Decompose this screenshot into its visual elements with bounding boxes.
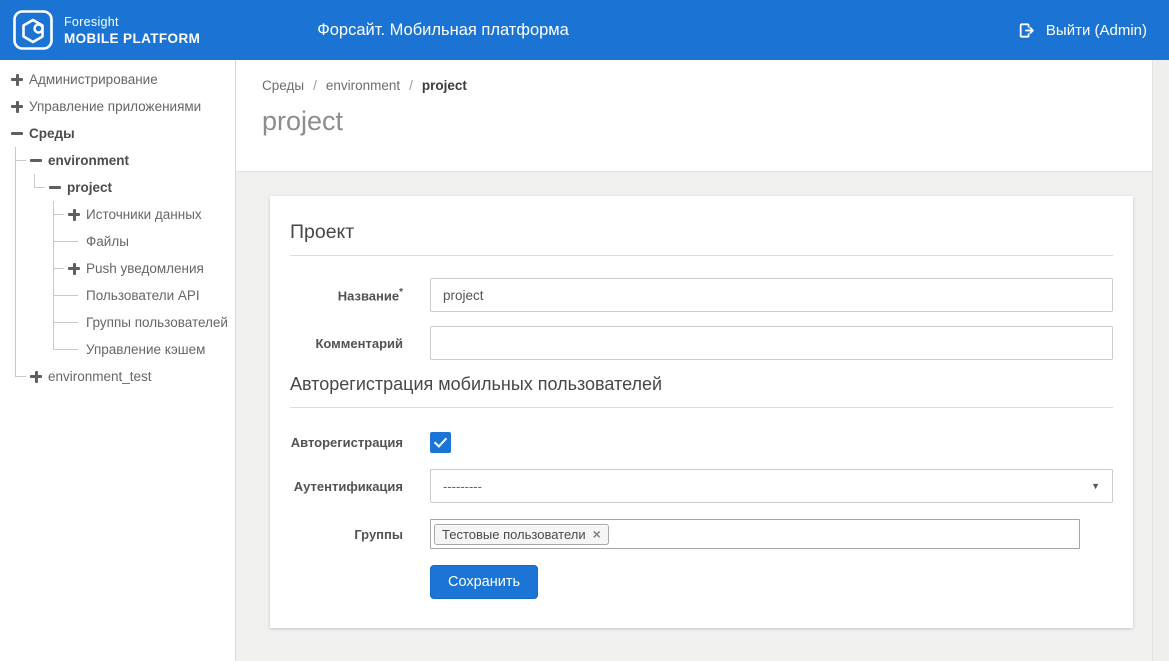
brand-name: Foresight — [64, 14, 200, 30]
page-header-band: Среды / environment / project project — [236, 60, 1169, 172]
tree-item-label: Администрирование — [29, 72, 158, 87]
tree-minus-toggle-icon[interactable] — [11, 128, 23, 140]
breadcrumb-item: project — [422, 78, 467, 93]
breadcrumb-separator: / — [409, 78, 413, 93]
save-button[interactable]: Сохранить — [430, 565, 538, 599]
tree-minus-toggle-icon[interactable] — [49, 182, 61, 194]
comment-input[interactable] — [430, 326, 1113, 360]
group-tag-label: Тестовые пользователи — [442, 527, 586, 542]
main-layout: Администрирование Управление приложениями… — [0, 60, 1169, 661]
tree-plus-toggle-icon[interactable] — [68, 263, 80, 275]
tree-item[interactable]: Среды — [11, 120, 231, 147]
project-card: Проект Название* Комментарий Авторегистр… — [270, 196, 1133, 628]
tree-item-label: Источники данных — [86, 207, 202, 222]
tree-item[interactable]: environment — [30, 147, 231, 174]
tree-plus-toggle-icon[interactable] — [68, 209, 80, 221]
tree-item-label: Группы пользователей — [86, 315, 228, 330]
tree-item[interactable]: Файлы — [68, 228, 231, 255]
foresight-logo-icon — [13, 10, 53, 50]
tree-item[interactable]: Группы пользователей — [68, 309, 231, 336]
comment-label: Комментарий — [290, 336, 430, 351]
name-input[interactable] — [430, 278, 1113, 312]
name-label: Название* — [290, 287, 430, 303]
authentication-select[interactable]: --------- ▼ — [430, 469, 1113, 503]
autoregistration-label: Авторегистрация — [290, 435, 430, 450]
content-area: Среды / environment / project project Проект… — [236, 60, 1169, 661]
tree-item[interactable]: project — [49, 174, 231, 201]
groups-row: Группы Тестовые пользователи × — [290, 519, 1113, 549]
tree-item[interactable]: Источники данных — [68, 201, 231, 228]
app-header: Foresight MOBILE PLATFORM Форсайт. Мобил… — [0, 0, 1169, 60]
groups-label: Группы — [290, 527, 430, 542]
dropdown-arrow-icon: ▼ — [1091, 481, 1100, 491]
tree-item-label: Пользователи API — [86, 288, 200, 303]
tree-plus-toggle-icon[interactable] — [11, 101, 23, 113]
tree-item-label: Среды — [29, 126, 75, 141]
sidebar: Администрирование Управление приложениями… — [0, 60, 236, 661]
breadcrumb-separator: / — [313, 78, 317, 93]
tree-item[interactable]: Управление приложениями — [11, 93, 231, 120]
tree-item-label: Управление кэшем — [86, 342, 205, 357]
tree-item-label: environment_test — [48, 369, 152, 384]
logout-button[interactable]: Выйти (Admin) — [1018, 22, 1147, 39]
app-title: Форсайт. Мобильная платформа — [317, 21, 569, 40]
logout-label: Выйти (Admin) — [1046, 22, 1147, 39]
groups-input[interactable]: Тестовые пользователи × — [430, 519, 1080, 549]
brand-product: MOBILE PLATFORM — [64, 30, 200, 47]
breadcrumb-item[interactable]: Среды — [262, 78, 304, 93]
foresight-logo: Foresight MOBILE PLATFORM — [13, 10, 200, 50]
card-title: Проект — [290, 216, 1113, 256]
tree-plus-toggle-icon[interactable] — [30, 371, 42, 383]
authentication-select-value: --------- — [443, 479, 482, 494]
section-title: Авторегистрация мобильных пользователей — [290, 374, 1113, 408]
tree-item-label: environment — [48, 153, 129, 168]
required-asterisk: * — [399, 287, 403, 298]
comment-field-row: Комментарий — [290, 326, 1113, 360]
tag-remove-icon[interactable]: × — [593, 527, 601, 541]
page-title: project — [262, 106, 1169, 136]
brand-text: Foresight MOBILE PLATFORM — [64, 14, 200, 47]
autoregistration-row: Авторегистрация — [290, 432, 1113, 453]
logout-icon — [1018, 22, 1035, 39]
tree-item-label: Управление приложениями — [29, 99, 201, 114]
button-row: Сохранить — [290, 565, 1113, 599]
autoregistration-checkbox[interactable] — [430, 432, 451, 453]
tree-item[interactable]: Управление кэшем — [68, 336, 231, 363]
nav-tree: Администрирование Управление приложениями… — [0, 60, 235, 390]
tree-item[interactable]: environment_test — [30, 363, 231, 390]
breadcrumb-item[interactable]: environment — [326, 78, 400, 93]
tree-item-label: Файлы — [86, 234, 129, 249]
group-tag: Тестовые пользователи × — [434, 524, 609, 545]
tree-item-label: project — [67, 180, 112, 195]
name-field-row: Название* — [290, 278, 1113, 312]
tree-item-label: Push уведомления — [86, 261, 204, 276]
tree-minus-toggle-icon[interactable] — [30, 155, 42, 167]
authentication-row: Аутентификация --------- ▼ — [290, 469, 1113, 503]
tree-plus-toggle-icon[interactable] — [11, 74, 23, 86]
name-label-text: Название — [338, 288, 399, 303]
authentication-label: Аутентификация — [290, 479, 430, 494]
vertical-scrollbar[interactable] — [1152, 60, 1169, 661]
tree-item[interactable]: Администрирование — [11, 66, 231, 93]
tree-item[interactable]: Push уведомления — [68, 255, 231, 282]
breadcrumb: Среды / environment / project — [262, 78, 1169, 93]
tree-item[interactable]: Пользователи API — [68, 282, 231, 309]
